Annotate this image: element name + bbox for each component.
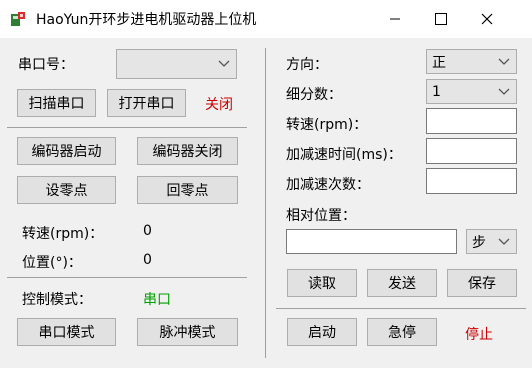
- chevron-down-icon: [498, 88, 510, 95]
- direction-label: 方向：: [286, 57, 328, 73]
- encoder-start-button[interactable]: 编码器启动: [17, 137, 116, 165]
- direction-select[interactable]: 正: [426, 49, 517, 74]
- divider: [7, 277, 247, 278]
- unit-select[interactable]: 步: [466, 229, 517, 254]
- close-button[interactable]: [464, 0, 510, 38]
- accel-count-input[interactable]: [426, 168, 517, 194]
- port-status: 关闭: [205, 97, 233, 113]
- direction-select-value: 正: [432, 54, 446, 71]
- speed-readout-label: 转速(rpm)：: [22, 226, 104, 242]
- microstep-label: 细分数：: [286, 87, 342, 103]
- set-zero-button[interactable]: 设零点: [17, 176, 116, 204]
- position-readout-label: 位置(°)：: [22, 255, 82, 271]
- speed-input[interactable]: [426, 108, 517, 134]
- control-mode-value: 串口: [143, 292, 171, 308]
- open-port-button[interactable]: 打开串口: [107, 89, 186, 117]
- chevron-down-icon: [218, 60, 230, 67]
- send-button[interactable]: 发送: [367, 269, 437, 297]
- port-select[interactable]: [116, 49, 237, 79]
- maximize-icon: [435, 13, 447, 25]
- position-readout-value: 0: [143, 252, 152, 268]
- pulse-mode-button[interactable]: 脉冲模式: [137, 318, 238, 346]
- start-button[interactable]: 启动: [287, 318, 357, 346]
- minimize-icon: [390, 18, 400, 20]
- title-bar: HaoYun开环步进电机驱动器上位机: [0, 0, 532, 38]
- read-button[interactable]: 读取: [287, 269, 357, 297]
- divider: [7, 127, 247, 128]
- scan-port-button[interactable]: 扫描串口: [17, 89, 96, 117]
- accel-time-label: 加减速时间(ms)：: [286, 147, 402, 163]
- speed-label: 转速(rpm)：: [286, 117, 368, 133]
- microstep-select-value: 1: [432, 83, 441, 100]
- control-mode-label: 控制模式：: [22, 292, 92, 308]
- return-zero-button[interactable]: 回零点: [137, 176, 238, 204]
- relative-position-input[interactable]: [286, 229, 457, 254]
- microstep-select[interactable]: 1: [426, 79, 517, 104]
- minimize-button[interactable]: [372, 0, 418, 38]
- port-label: 串口号：: [18, 57, 74, 73]
- serial-mode-button[interactable]: 串口模式: [17, 318, 116, 346]
- maximize-button[interactable]: [418, 0, 464, 38]
- chevron-down-icon: [498, 58, 510, 65]
- encoder-stop-button[interactable]: 编码器关闭: [137, 137, 238, 165]
- relative-position-label: 相对位置：: [286, 208, 356, 224]
- unit-select-value: 步: [472, 234, 486, 251]
- emergency-stop-button[interactable]: 急停: [367, 318, 437, 346]
- save-button[interactable]: 保存: [447, 269, 517, 297]
- app-icon: [11, 12, 25, 26]
- chevron-down-icon: [498, 238, 510, 245]
- panel-divider: [265, 48, 266, 358]
- run-status: 停止: [465, 327, 493, 343]
- accel-count-label: 加减速次数：: [286, 177, 370, 193]
- close-icon: [481, 13, 493, 25]
- accel-time-input[interactable]: [426, 138, 517, 164]
- speed-readout-value: 0: [143, 223, 152, 239]
- window-title: HaoYun开环步进电机驱动器上位机: [36, 12, 257, 28]
- divider: [276, 308, 526, 309]
